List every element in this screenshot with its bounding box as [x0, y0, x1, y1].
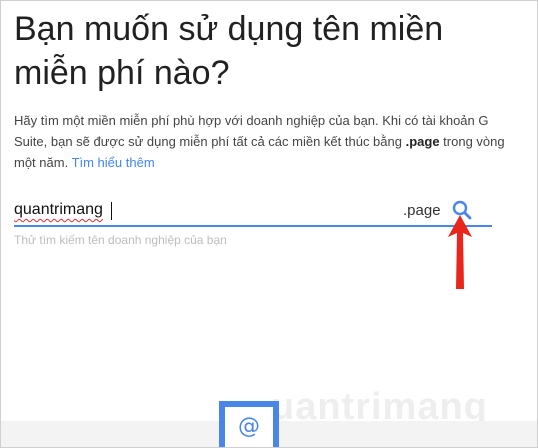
- at-illustration: @: [219, 401, 279, 447]
- dialog-frame: Bạn muốn sử dụng tên miền miễn phí nào? …: [0, 0, 538, 448]
- text-caret: [111, 202, 112, 220]
- learn-more-link[interactable]: Tìm hiểu thêm: [72, 155, 155, 170]
- domain-search-field[interactable]: quantrimang .page: [14, 197, 492, 227]
- red-arrow-annotation: [448, 215, 472, 289]
- description-bold-tld: .page: [405, 134, 440, 149]
- description: Hãy tìm một miền miễn phí phù hợp với do…: [14, 110, 514, 173]
- page-title: Bạn muốn sử dụng tên miền miễn phí nào?: [14, 10, 444, 92]
- at-symbol: @: [225, 407, 273, 447]
- domain-search-input[interactable]: quantrimang: [14, 201, 103, 219]
- tld-suffix: .page: [403, 202, 441, 219]
- search-hint: Thử tìm kiếm tên doanh nghiệp của bạn: [14, 233, 227, 247]
